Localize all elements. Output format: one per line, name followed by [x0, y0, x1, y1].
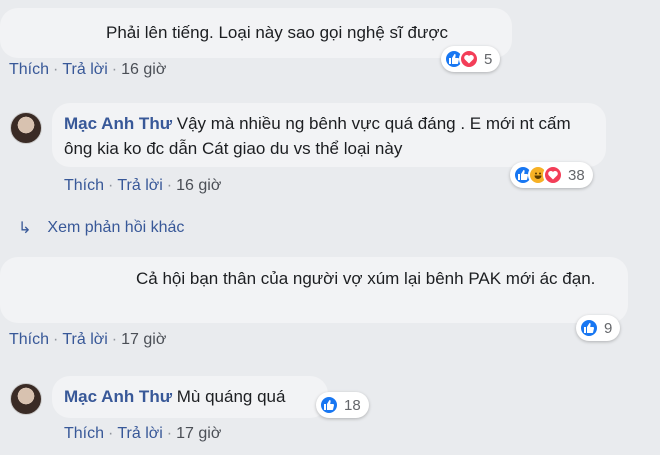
timestamp[interactable]: 16 giờ — [121, 61, 166, 78]
separator: · — [166, 177, 173, 194]
reply-arrow-icon: ↳ — [18, 220, 32, 237]
comment-actions: Thích · Trả lời · 17 giờ — [64, 425, 221, 443]
comment-text: Phải lên tiếng. Loại này sao gọi nghệ sĩ… — [106, 23, 448, 42]
like-link[interactable]: Thích — [9, 61, 49, 78]
more-replies-label[interactable]: Xem phản hồi khác — [47, 219, 184, 237]
commenter-name[interactable]: Mạc Anh Thư — [64, 387, 172, 406]
avatar[interactable] — [10, 383, 42, 415]
comment-bubble: Mạc Anh Thư Mù quáng quá — [52, 376, 328, 418]
like-link[interactable]: Thích — [64, 177, 104, 194]
timestamp[interactable]: 17 giờ — [121, 331, 166, 348]
reaction-summary[interactable]: 9 — [576, 315, 621, 341]
comment-text: Mù quáng quá — [176, 387, 286, 406]
separator: · — [108, 177, 114, 194]
timestamp[interactable]: 16 giờ — [176, 177, 221, 194]
reply-link[interactable]: Trả lời — [62, 331, 107, 348]
reaction-count: 5 — [484, 50, 493, 68]
separator: · — [108, 425, 114, 442]
reaction-summary[interactable]: 38 — [510, 162, 593, 188]
reaction-count: 38 — [568, 166, 585, 184]
separator: · — [111, 331, 118, 348]
reply-link[interactable]: Trả lời — [62, 61, 107, 78]
reply-link[interactable]: Trả lời — [117, 177, 162, 194]
reaction-count: 9 — [604, 319, 613, 337]
comment-actions: Thích · Trả lời · 17 giờ — [9, 331, 166, 349]
like-link[interactable]: Thích — [9, 331, 49, 348]
comment-bubble: Phải lên tiếng. Loại này sao gọi nghệ sĩ… — [0, 8, 512, 58]
like-icon — [319, 395, 339, 415]
reply-link[interactable]: Trả lời — [117, 425, 162, 442]
separator: · — [53, 61, 59, 78]
reaction-count: 18 — [344, 396, 361, 414]
like-link[interactable]: Thích — [64, 425, 104, 442]
separator: · — [53, 331, 59, 348]
view-more-replies[interactable]: ↳ Xem phản hồi khác — [18, 218, 184, 238]
comment-text: Cả hội bạn thân của người vợ xúm lại bên… — [136, 269, 596, 288]
timestamp[interactable]: 17 giờ — [176, 425, 221, 442]
commenter-name[interactable]: Mạc Anh Thư — [64, 114, 172, 133]
comment-bubble: Cả hội bạn thân của người vợ xúm lại bên… — [0, 257, 628, 323]
separator: · — [111, 61, 118, 78]
reaction-summary[interactable]: 18 — [316, 392, 369, 418]
like-icon — [579, 318, 599, 338]
separator: · — [166, 425, 173, 442]
comment-actions: Thích · Trả lời · 16 giờ — [9, 61, 166, 79]
reaction-summary[interactable]: 5 — [441, 46, 501, 72]
comment-bubble: Mạc Anh Thư Vậy mà nhiều ng bênh vực quá… — [52, 103, 606, 167]
avatar[interactable] — [10, 112, 42, 144]
love-icon — [459, 49, 479, 69]
love-icon — [543, 165, 563, 185]
comment-actions: Thích · Trả lời · 16 giờ — [64, 177, 221, 195]
